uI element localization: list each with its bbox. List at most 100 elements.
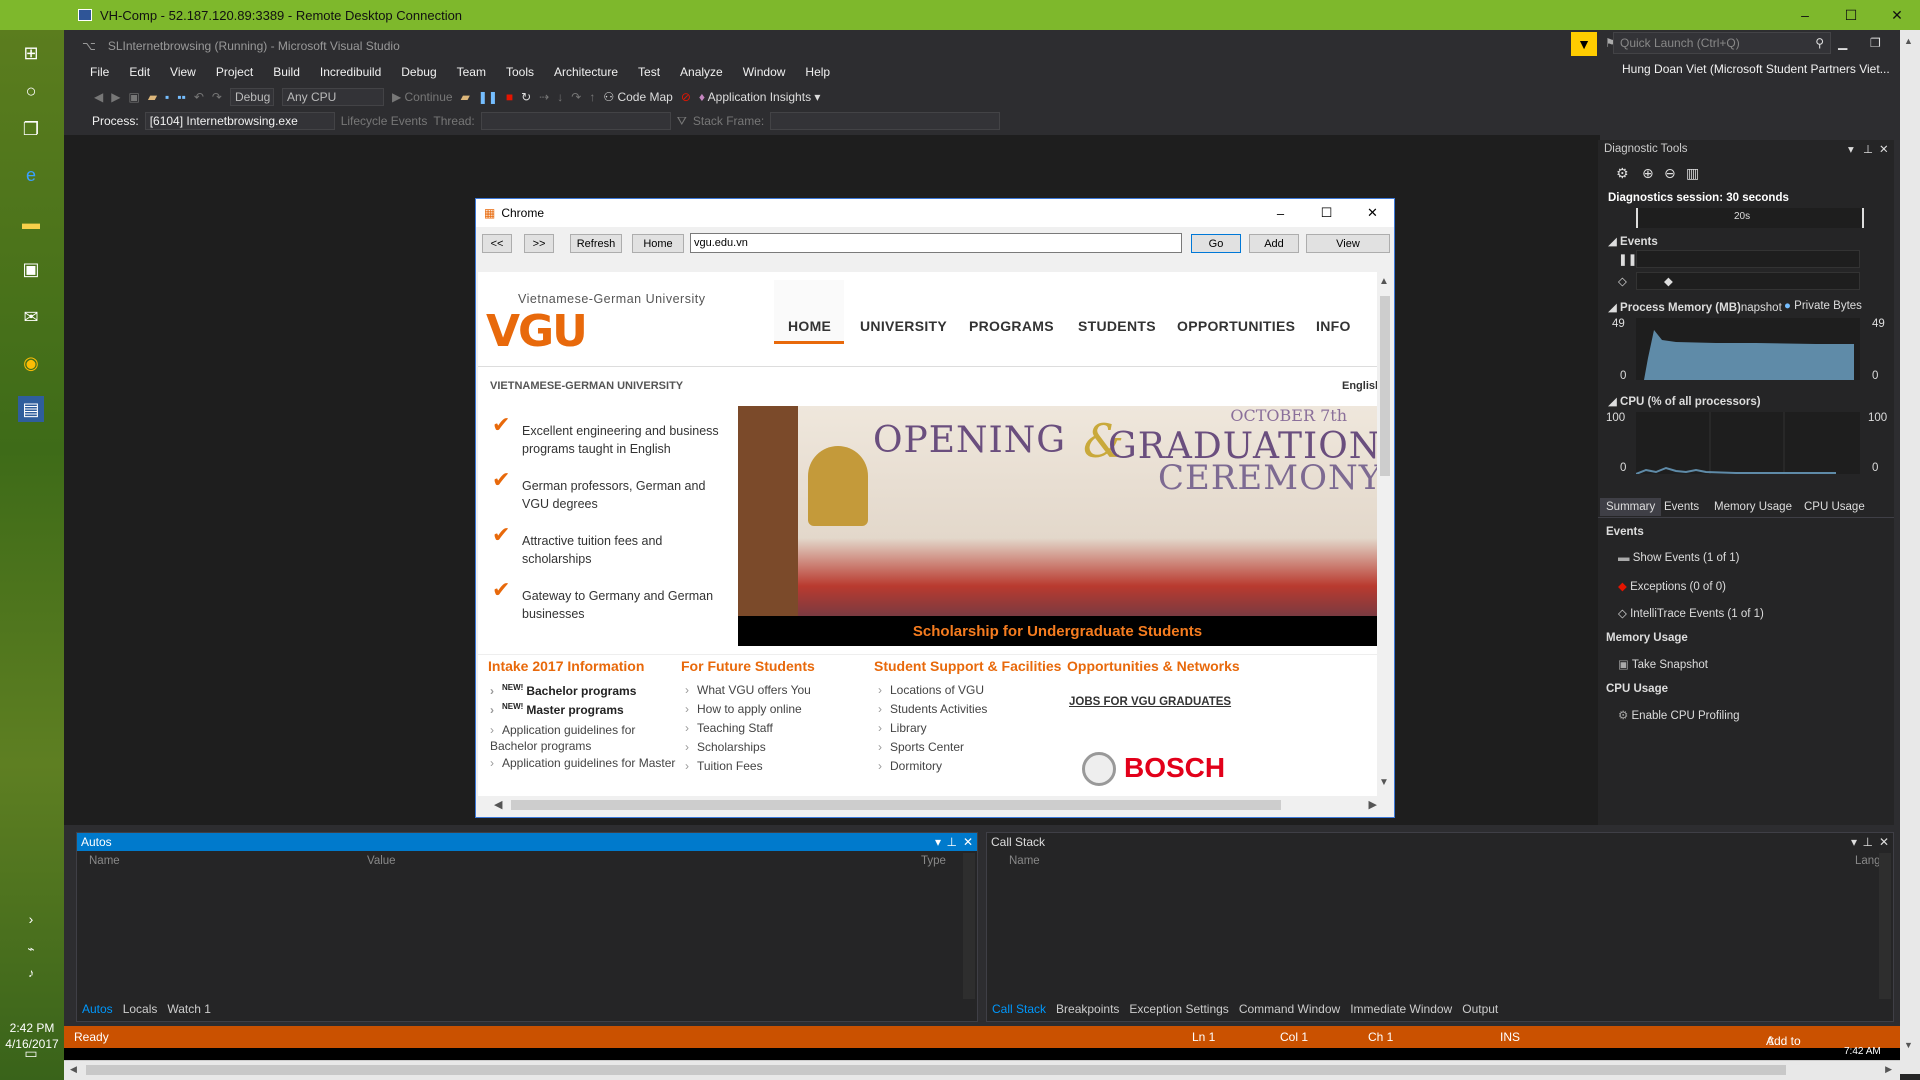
tab-breakpoints[interactable]: Breakpoints [1056, 1002, 1119, 1016]
nav-university[interactable]: UNIVERSITY [860, 318, 947, 334]
list-item[interactable]: Students Activities [878, 702, 987, 716]
quick-launch-input[interactable]: Quick Launch (Ctrl+Q) ⚲ [1613, 32, 1831, 54]
volume-icon[interactable]: ♪ [18, 960, 44, 986]
list-item[interactable]: Scholarships [685, 740, 766, 754]
menu-edit[interactable]: Edit [119, 65, 160, 79]
forward-button[interactable]: >> [524, 234, 554, 253]
lifecycle-events-button[interactable]: Lifecycle Events [341, 114, 428, 128]
intellitrace-link[interactable]: ◇ IntelliTrace Events (1 of 1) [1618, 606, 1764, 620]
break-all-icon[interactable]: ❚❚ [478, 90, 498, 104]
cpu-graph[interactable] [1636, 412, 1860, 474]
take-snapshot-link[interactable]: ▣ Take Snapshot [1618, 657, 1708, 671]
vs-restore-button[interactable]: ❐ [1870, 36, 1881, 50]
nav-info[interactable]: INFO [1316, 318, 1351, 334]
list-item[interactable]: NEW!Bachelor programs [490, 683, 636, 698]
config-select[interactable]: Debug [229, 88, 274, 106]
tab-output[interactable]: Output [1462, 1002, 1498, 1016]
list-item[interactable]: How to apply online [685, 702, 802, 716]
col-type[interactable]: Type [921, 855, 946, 867]
refresh-button[interactable]: Refresh [570, 234, 622, 253]
tab-locals[interactable]: Locals [123, 1002, 158, 1016]
stack-frame-select[interactable] [770, 112, 1001, 130]
redo-icon[interactable]: ↷ [212, 90, 222, 104]
save-icon[interactable]: ▪ [165, 90, 169, 104]
home-button[interactable]: Home [632, 234, 684, 253]
banner-caption[interactable]: Scholarship for Undergraduate Students [738, 616, 1377, 646]
minimize-button[interactable]: – [1782, 0, 1828, 30]
tab-call-stack[interactable]: Call Stack [992, 1002, 1046, 1016]
nav-home[interactable]: HOME [788, 318, 831, 334]
list-item[interactable]: Locations of VGU [878, 683, 984, 697]
list-item[interactable]: Dormitory [878, 759, 942, 773]
menu-tools[interactable]: Tools [496, 65, 544, 79]
tab-events[interactable]: Events [1664, 501, 1699, 513]
col-value[interactable]: Value [367, 855, 396, 867]
close-button[interactable]: ✕ [1874, 0, 1920, 30]
nav-opportunities[interactable]: OPPORTUNITIES [1177, 318, 1295, 334]
new-project-icon[interactable]: ▣ [128, 90, 139, 104]
cortana-icon[interactable]: ○ [18, 78, 44, 104]
open-file-icon[interactable]: ▰ [148, 90, 157, 104]
menu-analyze[interactable]: Analyze [670, 65, 733, 79]
list-item[interactable]: Application guidelines for Master [490, 756, 675, 770]
remote-desktop-icon[interactable]: ▤ [18, 396, 44, 422]
edge-icon[interactable]: e [18, 162, 44, 188]
step-into-icon[interactable]: ↓ [557, 90, 563, 104]
chrome-icon[interactable]: ◉ [18, 350, 44, 376]
event-marker-icon[interactable]: ◆ [1664, 274, 1673, 288]
tab-command-window[interactable]: Command Window [1239, 1002, 1340, 1016]
feedback-filter-icon[interactable]: ▼ [1571, 32, 1597, 56]
list-item[interactable]: Application guidelines for Bachelor prog… [490, 722, 670, 754]
undo-icon[interactable]: ↶ [194, 90, 204, 104]
memory-section[interactable]: ◢ Process Memory (MB)napshot [1608, 300, 1782, 314]
rdp-vertical-scrollbar[interactable]: ▲ ▼ [1900, 30, 1920, 1074]
process-select[interactable]: [6104] Internetbrowsing.exe [144, 112, 335, 130]
diag-close-icon[interactable]: ✕ [1879, 142, 1889, 156]
file-explorer-icon[interactable]: ▬ [18, 210, 44, 236]
cpu-section[interactable]: ◢ CPU (% of all processors) [1608, 394, 1761, 408]
nav-students[interactable]: STUDENTS [1078, 318, 1156, 334]
tab-memory-usage[interactable]: Memory Usage [1714, 501, 1792, 513]
enable-cpu-profiling-link[interactable]: ⚙ Enable CPU Profiling [1618, 708, 1740, 722]
menu-window[interactable]: Window [733, 65, 796, 79]
menu-debug[interactable]: Debug [391, 65, 446, 79]
callstack-pin-icon[interactable]: ⊥ [1863, 835, 1873, 849]
tab-autos[interactable]: Autos [82, 1002, 113, 1016]
events-section[interactable]: ◢ Events [1608, 234, 1658, 248]
windows-start-icon[interactable]: ⊞ [18, 40, 44, 66]
menu-view[interactable]: View [160, 65, 206, 79]
vs-minimize-button[interactable]: ▁ [1838, 36, 1847, 50]
tab-immediate-window[interactable]: Immediate Window [1350, 1002, 1452, 1016]
view-button[interactable]: View [1306, 234, 1390, 253]
menu-help[interactable]: Help [795, 65, 840, 79]
col-lang[interactable]: Lang [1855, 855, 1881, 867]
browser-minimize-button[interactable]: – [1258, 199, 1303, 227]
store-icon[interactable]: ▣ [18, 256, 44, 282]
step-over-icon[interactable]: ↷ [571, 90, 581, 104]
continue-button[interactable]: ▶ Continue [392, 90, 453, 104]
step-out-icon[interactable]: ↑ [589, 90, 595, 104]
jobs-link[interactable]: JOBS FOR VGU GRADUATES [1069, 696, 1231, 708]
column-intake-title[interactable]: Intake 2017 Information [488, 658, 644, 674]
menu-file[interactable]: File [80, 65, 119, 79]
menu-incredibuild[interactable]: Incredibuild [310, 65, 391, 79]
network-icon[interactable]: ⌁ [18, 936, 44, 962]
web-horizontal-scrollbar[interactable]: ◀ ▶ [478, 796, 1393, 814]
list-item[interactable]: Tuition Fees [685, 759, 763, 773]
menu-project[interactable]: Project [206, 65, 263, 79]
zoom-out-icon[interactable]: ⊖ [1664, 165, 1676, 182]
list-item[interactable]: Library [878, 721, 927, 735]
list-item[interactable]: Sports Center [878, 740, 964, 754]
tab-cpu-usage[interactable]: CPU Usage [1804, 501, 1865, 513]
restart-icon[interactable]: ↻ [521, 90, 531, 104]
callstack-dropdown-icon[interactable]: ▾ [1851, 835, 1857, 849]
autos-dropdown-icon[interactable]: ▾ [935, 835, 941, 849]
filter-icon[interactable]: ⛛ [677, 114, 687, 129]
add-button[interactable]: Add [1249, 234, 1299, 253]
settings-icon[interactable]: ⚙ [1616, 165, 1629, 182]
autos-pin-icon[interactable]: ⊥ [947, 835, 957, 849]
process-icon[interactable]: ▰ [461, 90, 470, 104]
navigate-back-icon[interactable]: ◀ [94, 90, 103, 104]
bosch-logo[interactable]: BOSCH [1124, 752, 1225, 784]
autos-scrollbar[interactable] [963, 853, 975, 999]
